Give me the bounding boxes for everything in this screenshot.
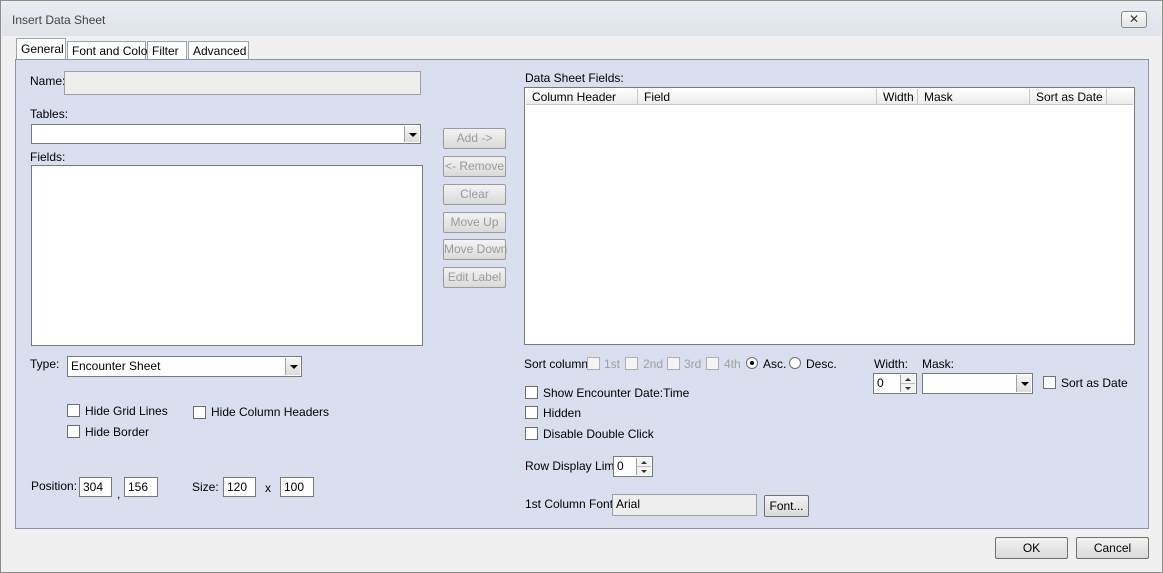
sort-as-date-label: Sort as Date [1061,376,1128,390]
size-width-field[interactable]: 120 [223,477,256,497]
tab-general[interactable]: General [16,38,66,60]
sort-2nd-checkbox[interactable] [625,357,638,370]
remove-button[interactable]: <- Remove [443,156,506,177]
first-column-font-field[interactable]: Arial [612,494,757,516]
font-button[interactable]: Font... [764,495,809,517]
size-label: Size: [192,480,219,494]
data-sheet-fields-label: Data Sheet Fields: [525,71,624,85]
hidden-label: Hidden [543,406,582,420]
width-label: Width: [874,357,909,371]
edit-label-button[interactable]: Edit Label [443,267,506,288]
add-button[interactable]: Add -> [443,128,506,149]
name-field[interactable] [64,71,421,95]
grid-header: Column Header Field Width Mask Sort as D… [526,89,1133,105]
type-combo-value: Encounter Sheet [71,359,161,373]
asc-radio[interactable] [746,357,758,369]
tables-label: Tables: [30,107,69,121]
show-encounter-date-checkbox[interactable] [525,386,538,399]
position-y-field[interactable]: 156 [124,477,158,497]
desc-radio[interactable] [789,357,801,369]
spin-down-icon[interactable] [901,384,915,393]
show-encounter-date-label: Show Encounter Date:Time [543,386,690,400]
mask-label: Mask: [922,357,955,371]
hidden-checkbox[interactable] [525,406,538,419]
row-display-limit-label: Row Display Limit: [525,459,624,473]
column-header-col[interactable]: Column Header [526,89,638,105]
field-col[interactable]: Field [638,89,877,105]
hide-border-label: Hide Border [85,425,150,439]
title-bar: Insert Data Sheet ✕ [2,2,1161,36]
tab-font-and-color[interactable]: Font and Color [67,41,151,60]
sort-1st-label: 1st [604,357,621,371]
type-label: Type: [30,357,60,371]
size-height-field[interactable]: 100 [280,477,314,497]
hide-column-headers-label: Hide Column Headers [211,405,330,419]
sort-as-date-checkbox[interactable] [1043,376,1056,389]
cancel-button[interactable]: Cancel [1076,537,1149,559]
window-title: Insert Data Sheet [12,13,106,27]
dialog-window: Insert Data Sheet ✕ General Font and Col… [0,0,1163,573]
mask-col[interactable]: Mask [918,89,1030,105]
size-separator: x [265,481,271,495]
hide-border-checkbox[interactable] [67,425,80,438]
asc-label: Asc. [763,357,787,371]
position-x-field[interactable]: 304 [79,477,112,497]
tables-combo[interactable] [31,124,421,144]
general-panel: Name: Tables: Fields: Type: Encounter Sh… [15,59,1149,529]
fields-label: Fields: [30,150,66,164]
width-spinner[interactable]: 0 [873,373,917,394]
chevron-down-icon[interactable] [285,358,300,375]
spin-up-icon[interactable] [901,375,915,384]
spinner-buttons[interactable] [636,458,651,475]
chevron-down-icon[interactable] [1016,375,1031,392]
type-combo[interactable]: Encounter Sheet [67,356,302,377]
hide-grid-lines-label: Hide Grid Lines [85,404,168,418]
hide-grid-lines-checkbox[interactable] [67,404,80,417]
desc-label: Desc. [806,357,837,371]
sort-3rd-checkbox[interactable] [667,357,680,370]
row-display-limit-spinner[interactable]: 0 [613,456,653,477]
tab-filter[interactable]: Filter [147,41,187,60]
ok-button[interactable]: OK [995,537,1068,559]
clear-button[interactable]: Clear [443,184,506,205]
name-label: Name: [30,74,66,88]
sort-as-date-col[interactable]: Sort as Date [1030,89,1107,105]
disable-double-click-checkbox[interactable] [525,427,538,440]
sort-4th-label: 4th [724,357,741,371]
position-separator: , [117,487,121,501]
sort-2nd-label: 2nd [643,357,664,371]
fields-listbox[interactable] [31,165,423,346]
position-label: Position: [31,479,78,493]
hide-column-headers-checkbox[interactable] [193,406,206,419]
width-value: 0 [877,376,884,390]
sort-column-label: Sort column: [524,357,592,371]
disable-double-click-label: Disable Double Click [543,427,654,441]
sort-3rd-label: 3rd [684,357,702,371]
row-display-limit-value: 0 [617,459,624,473]
first-column-font-label: 1st Column Font [525,497,614,511]
data-sheet-fields-grid[interactable]: Column Header Field Width Mask Sort as D… [524,87,1135,345]
mask-combo[interactable] [922,373,1033,394]
width-col[interactable]: Width [877,89,918,105]
move-down-button[interactable]: Move Down [443,239,507,260]
move-up-button[interactable]: Move Up [443,212,506,233]
sort-1st-checkbox[interactable] [587,357,600,370]
chevron-down-icon[interactable] [404,126,419,142]
sort-4th-checkbox[interactable] [706,357,719,370]
close-button[interactable]: ✕ [1121,11,1147,28]
tab-advanced[interactable]: Advanced [188,41,249,60]
spin-up-icon[interactable] [637,458,651,467]
spinner-buttons[interactable] [900,375,915,392]
spin-down-icon[interactable] [637,467,651,476]
